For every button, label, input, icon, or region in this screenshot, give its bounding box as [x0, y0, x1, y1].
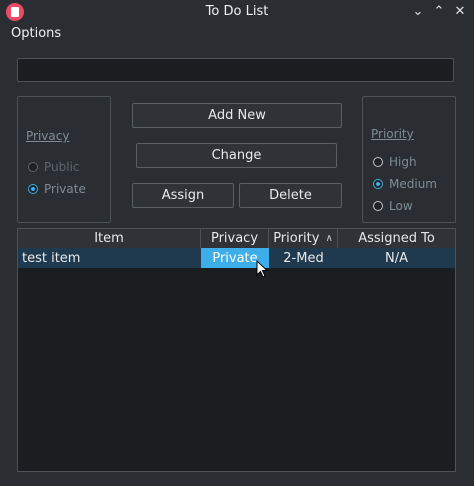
radio-high[interactable]: High: [373, 155, 417, 169]
cell-assigned-to[interactable]: N/A: [338, 248, 455, 268]
radio-low-label: Low: [389, 199, 413, 213]
change-button[interactable]: Change: [136, 143, 337, 168]
delete-button[interactable]: Delete: [239, 183, 342, 208]
radio-medium-indicator: [373, 179, 383, 189]
maximize-icon[interactable]: ⌃: [431, 4, 447, 20]
radio-public-label: Public: [44, 160, 80, 174]
cell-item[interactable]: test item: [18, 248, 201, 268]
column-header-assigned-to[interactable]: Assigned To: [338, 229, 455, 248]
sort-ascending-icon: ∧: [325, 233, 333, 244]
menu-bar: Options: [0, 24, 474, 44]
table-header: Item Privacy Priority ∧ Assigned To: [18, 229, 455, 248]
title-bar[interactable]: To Do List ⌄ ⌃ ✕: [0, 0, 474, 24]
column-header-privacy[interactable]: Privacy: [201, 229, 269, 248]
window-title: To Do List: [205, 4, 269, 19]
column-header-assigned-to-label: Assigned To: [358, 231, 435, 246]
column-header-priority-label: Priority: [273, 231, 320, 246]
column-header-item[interactable]: Item: [18, 229, 201, 248]
radio-medium-label: Medium: [389, 177, 437, 191]
radio-private-label: Private: [44, 182, 86, 196]
column-header-item-label: Item: [94, 231, 124, 246]
cell-priority[interactable]: 2-Med: [269, 248, 338, 268]
assign-button[interactable]: Assign: [132, 183, 234, 208]
menu-options[interactable]: Options: [11, 26, 61, 41]
mouse-cursor-icon: [256, 260, 269, 278]
privacy-group: Privacy Public Private: [17, 96, 111, 223]
radio-high-indicator: [373, 157, 383, 167]
radio-medium[interactable]: Medium: [373, 177, 437, 191]
column-header-privacy-label: Privacy: [210, 231, 259, 246]
priority-group-title: Priority: [371, 127, 414, 141]
item-input[interactable]: [17, 58, 454, 82]
privacy-group-title: Privacy: [26, 129, 70, 143]
radio-public[interactable]: Public: [28, 160, 80, 174]
close-icon[interactable]: ✕: [452, 4, 468, 20]
priority-group: Priority High Medium Low: [362, 96, 456, 223]
table-row[interactable]: test item Private 2-Med N/A: [18, 248, 455, 268]
radio-low-indicator: [373, 201, 383, 211]
radio-low[interactable]: Low: [373, 199, 413, 213]
column-header-priority[interactable]: Priority ∧: [269, 229, 338, 248]
radio-private-indicator: [28, 184, 38, 194]
minimize-icon[interactable]: ⌄: [410, 4, 426, 20]
radio-high-label: High: [389, 155, 417, 169]
radio-public-indicator: [28, 162, 38, 172]
add-new-button[interactable]: Add New: [132, 103, 342, 128]
todo-table[interactable]: Item Privacy Priority ∧ Assigned To test…: [17, 228, 456, 472]
radio-private[interactable]: Private: [28, 182, 86, 196]
